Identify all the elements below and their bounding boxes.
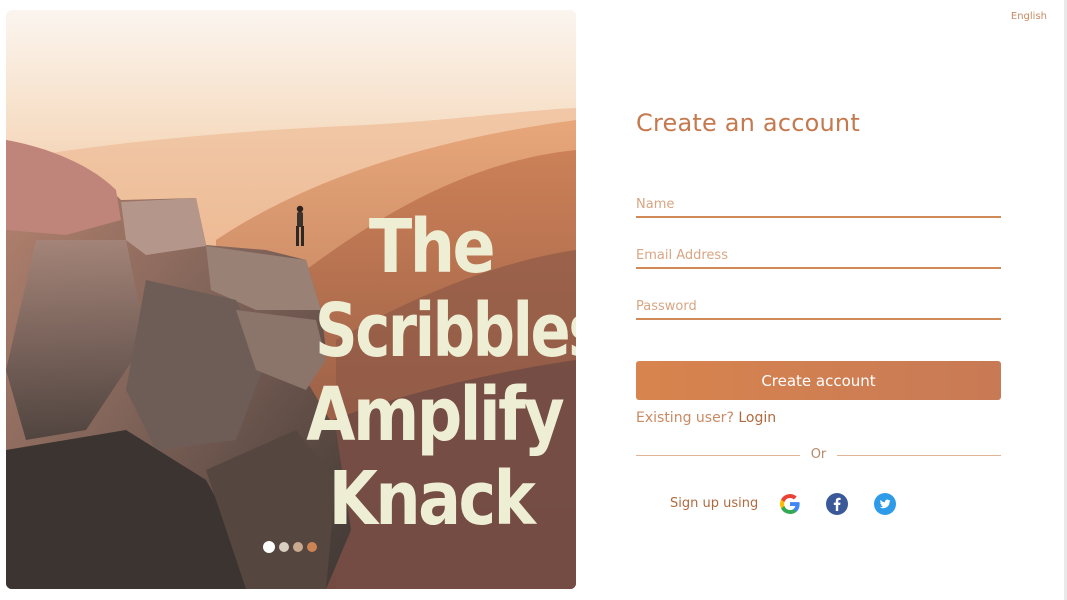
google-signup-button[interactable]: [778, 492, 802, 516]
signup-page: The Scribbles Amplify Knack English Crea…: [0, 0, 1067, 600]
existing-user-row: Existing user? Login: [636, 410, 776, 426]
headline-line: The: [368, 204, 496, 290]
login-link[interactable]: Login: [738, 410, 776, 426]
carousel-dot[interactable]: [307, 542, 317, 552]
create-account-button[interactable]: Create account: [636, 361, 1001, 400]
twitter-signup-button[interactable]: [873, 492, 897, 516]
divider-line: [837, 455, 1001, 456]
name-field[interactable]: [636, 192, 1001, 218]
headline-line: Knack: [328, 456, 536, 542]
carousel-dot-active[interactable]: [263, 541, 275, 553]
existing-user-text: Existing user?: [636, 410, 734, 426]
password-field[interactable]: [636, 294, 1001, 320]
social-signup-label: Sign up using: [670, 496, 759, 511]
hero-headline: The Scribbles Amplify Knack: [286, 210, 576, 546]
form-title: Create an account: [636, 109, 860, 137]
or-divider: Or: [636, 446, 1001, 464]
hero-image-panel: The Scribbles Amplify Knack: [6, 10, 576, 589]
facebook-signup-button[interactable]: [825, 492, 849, 516]
headline-line: Scribbles: [315, 288, 576, 374]
google-icon: [780, 494, 800, 514]
language-selector[interactable]: English: [1011, 11, 1047, 22]
headline-line: Amplify: [306, 372, 564, 458]
facebook-icon: [826, 493, 848, 515]
twitter-icon: [874, 493, 896, 515]
email-field[interactable]: [636, 243, 1001, 269]
carousel-indicators: [263, 541, 317, 553]
carousel-dot[interactable]: [279, 542, 289, 552]
carousel-dot[interactable]: [293, 542, 303, 552]
